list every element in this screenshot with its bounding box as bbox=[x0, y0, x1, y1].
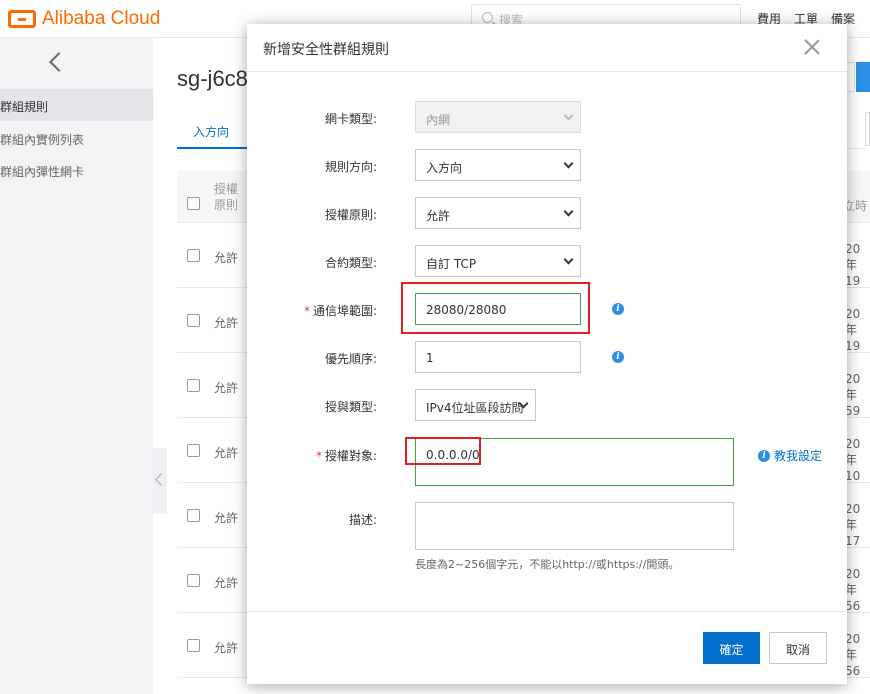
priority-input[interactable]: 1 bbox=[415, 341, 581, 373]
direction-select[interactable]: 入方向 bbox=[415, 149, 581, 181]
protocol-value: 自訂 TCP bbox=[426, 257, 477, 271]
port-range-label: * 通信埠範圍: bbox=[303, 304, 377, 318]
description-label: 描述: bbox=[348, 513, 377, 527]
chevron-down-icon bbox=[563, 206, 574, 217]
brand-name: Alibaba Cloud bbox=[42, 8, 161, 29]
back-chevron-icon[interactable] bbox=[48, 54, 64, 70]
sidebar-item-eni[interactable]: 群組內彈性網卡 bbox=[0, 154, 153, 186]
info-icon: i bbox=[758, 449, 770, 462]
direction-value: 入方向 bbox=[426, 161, 463, 175]
protocol-select[interactable]: 自訂 TCP bbox=[415, 245, 581, 277]
direction-label: 規則方向: bbox=[324, 160, 377, 174]
sidebar-collapse-handle[interactable] bbox=[153, 448, 167, 514]
sidebar-item-label: 群組內實例列表 bbox=[0, 133, 85, 147]
row-policy: 允許 bbox=[214, 576, 239, 590]
row-checkbox[interactable] bbox=[187, 379, 200, 392]
priority-label: 優先順序: bbox=[324, 352, 377, 366]
sidebar-item-label: 群組內彈性網卡 bbox=[0, 165, 85, 179]
row-date: 20年 56 bbox=[845, 567, 861, 613]
sidebar-item-label: 群組規則 bbox=[0, 100, 49, 114]
row-policy: 允許 bbox=[214, 381, 239, 395]
required-marker: * bbox=[303, 304, 310, 318]
confirm-button[interactable]: 確定 bbox=[703, 632, 760, 664]
dialog-title: 新增安全性群組規則 bbox=[263, 42, 389, 58]
toolbar-button[interactable] bbox=[865, 112, 870, 146]
info-icon[interactable]: i bbox=[612, 351, 624, 363]
highlight-box-auth-object bbox=[405, 437, 481, 465]
alibaba-cloud-logo[interactable]: Alibaba Cloud bbox=[8, 7, 160, 31]
search-icon bbox=[482, 12, 493, 23]
row-date: 20年 17 bbox=[845, 502, 861, 548]
policy-select[interactable]: 允許 bbox=[415, 197, 581, 229]
row-policy: 允許 bbox=[214, 641, 239, 655]
info-icon[interactable]: i bbox=[612, 303, 624, 315]
chevron-down-icon bbox=[563, 110, 574, 121]
highlight-box-port bbox=[401, 282, 590, 334]
dialog-footer: 確定 取消 bbox=[247, 611, 847, 684]
nic-type-select: 內網 bbox=[415, 101, 581, 133]
required-marker: * bbox=[315, 449, 322, 463]
auth-type-value: IPv4位址區段訪問 bbox=[426, 401, 524, 415]
auth-type-select[interactable]: IPv4位址區段訪問 bbox=[415, 389, 536, 421]
add-rule-dialog: 新增安全性群組規則 網卡類型: 內網 規則方向: 入方向 授權原則: 允許 合約… bbox=[247, 24, 847, 684]
chevron-down-icon bbox=[563, 254, 574, 265]
toolbar-primary-button[interactable] bbox=[856, 62, 870, 92]
description-hint: 長度為2~256個字元，不能以http://或https://開頭。 bbox=[415, 558, 680, 571]
row-checkbox[interactable] bbox=[187, 639, 200, 652]
row-date: 20年 19 bbox=[845, 307, 861, 353]
help-setup-link[interactable]: i 教我設定 bbox=[758, 447, 822, 464]
priority-value: 1 bbox=[426, 351, 434, 365]
auth-object-label: * 授權對象: bbox=[315, 449, 377, 463]
row-checkbox[interactable] bbox=[187, 574, 200, 587]
close-icon[interactable] bbox=[801, 36, 823, 58]
chevron-down-icon bbox=[563, 158, 574, 169]
sidebar-item-instances[interactable]: 群組內實例列表 bbox=[0, 122, 153, 154]
help-setup-label: 教我設定 bbox=[774, 449, 823, 463]
alibaba-cloud-logo-icon bbox=[8, 10, 36, 28]
policy-label: 授權原則: bbox=[324, 208, 377, 222]
row-date: 20年 10 bbox=[845, 437, 861, 483]
cancel-button[interactable]: 取消 bbox=[769, 632, 827, 664]
description-input[interactable] bbox=[415, 502, 734, 550]
row-date: 20年 59 bbox=[845, 372, 861, 418]
auth-type-label: 授與類型: bbox=[324, 400, 377, 414]
sidebar-item-group-rules[interactable]: 群組規則 bbox=[0, 89, 153, 121]
row-date: 20年 19 bbox=[845, 242, 861, 288]
protocol-label: 合約類型: bbox=[324, 256, 377, 270]
nic-type-value: 內網 bbox=[426, 113, 451, 127]
sidebar: 群組規則 群組內實例列表 群組內彈性網卡 bbox=[0, 38, 153, 694]
row-date: 20年 56 bbox=[845, 632, 861, 678]
dialog-header: 新增安全性群組規則 bbox=[247, 24, 847, 72]
page-title: sg-j6c8 bbox=[177, 66, 248, 91]
policy-value: 允許 bbox=[426, 209, 451, 223]
nic-type-label: 網卡類型: bbox=[324, 112, 377, 126]
